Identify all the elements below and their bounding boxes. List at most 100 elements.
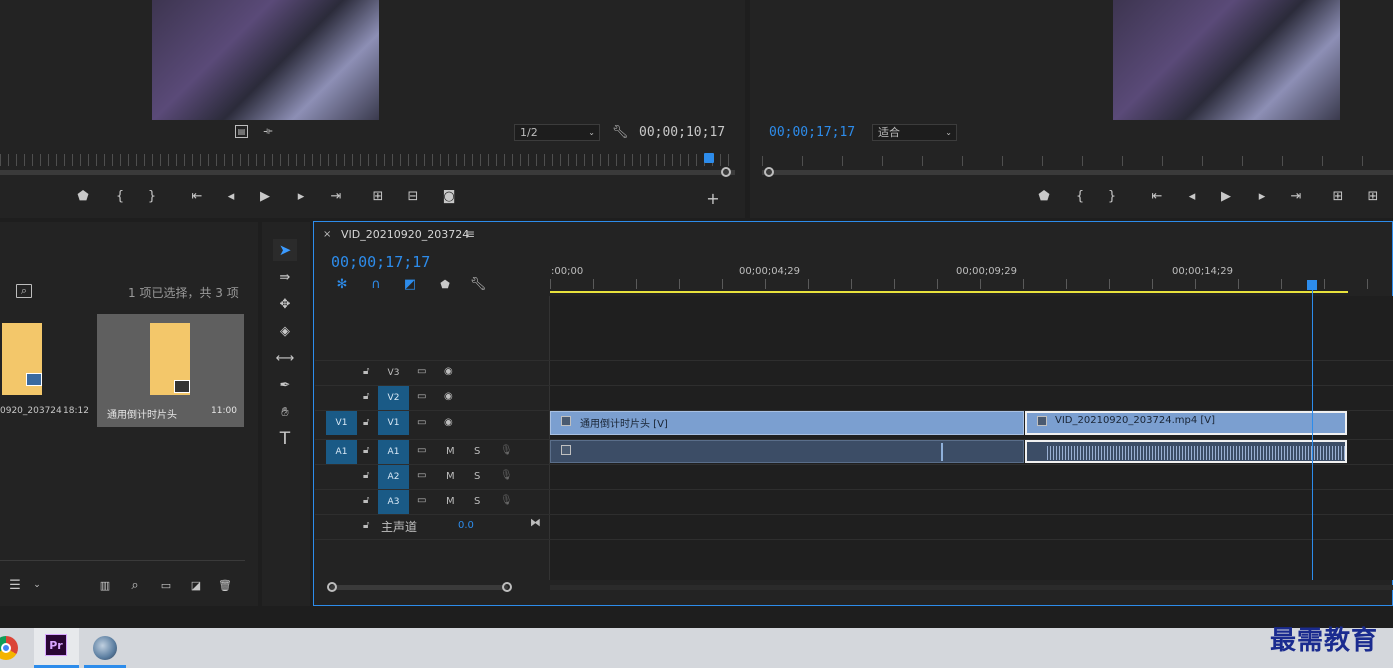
lift-button[interactable]: ⊞ [1328, 188, 1348, 204]
microphone-icon[interactable]: 🎙︎ [500, 495, 513, 506]
add-marker-icon[interactable]: ⬟ [437, 276, 453, 292]
eye-icon[interactable]: ◉ [444, 391, 453, 402]
track-target-v2[interactable]: V2 [378, 386, 409, 410]
sync-lock-icon[interactable]: ▭ [417, 417, 426, 428]
clip-vid-audio[interactable] [1025, 440, 1347, 463]
solo-button[interactable]: S [474, 496, 480, 507]
eye-icon[interactable]: ◉ [444, 366, 453, 377]
go-to-in-button[interactable]: ⇤ [188, 188, 206, 204]
clip-countdown-video[interactable]: 通用倒计时片头 [V] [550, 411, 1024, 435]
lock-icon[interactable]: 🔓︎ [363, 470, 369, 481]
timeline-h-scrollbar[interactable] [550, 585, 1393, 590]
add-marker-button[interactable]: ⬟ [1037, 188, 1051, 204]
eye-icon[interactable]: ◉ [444, 417, 453, 428]
lock-icon[interactable]: 🔓︎ [363, 391, 369, 402]
mute-button[interactable]: M [446, 471, 455, 482]
add-marker-button[interactable]: ⬟ [76, 188, 90, 204]
lock-icon[interactable]: 🔓︎ [363, 417, 369, 428]
timeline-settings-wrench-icon[interactable]: 🔧︎ [470, 276, 487, 292]
track-select-tool-icon[interactable]: ⇛ [273, 266, 297, 288]
timeline-tab-name[interactable]: VID_20210920_203724 [341, 228, 469, 241]
mark-in-button[interactable]: { [1073, 188, 1087, 204]
step-forward-button[interactable]: ▸ [294, 188, 308, 204]
program-scrollbar[interactable] [762, 170, 1393, 175]
timeline-playhead-line[interactable] [1312, 288, 1313, 580]
program-time-ruler[interactable] [762, 156, 1393, 166]
program-scroll-handle[interactable] [764, 167, 774, 177]
timeline-scroll-handle-right[interactable] [502, 582, 512, 592]
automate-icon[interactable]: ▥ [97, 578, 113, 592]
step-forward-button[interactable]: ▸ [1255, 188, 1269, 204]
microphone-icon[interactable]: 🎙︎ [500, 445, 513, 456]
track-target-v3[interactable]: V3 [378, 361, 409, 385]
project-item-selected[interactable]: 通用倒计时片头 11:00 [97, 314, 244, 427]
mute-button[interactable]: M [446, 496, 455, 507]
source-time-ruler[interactable] [0, 154, 735, 166]
sync-lock-icon[interactable]: ▭ [417, 445, 426, 456]
clip-vid-video[interactable]: VID_20210920_203724.mp4 [V] [1025, 411, 1347, 435]
project-item[interactable]: 0920_203724 18:12 [0, 314, 96, 427]
source-scroll-handle[interactable] [721, 167, 731, 177]
solo-button[interactable]: S [474, 471, 480, 482]
master-volume-value[interactable]: 0.0 [458, 520, 474, 531]
premiere-taskbar-button[interactable]: Pr [34, 628, 79, 668]
folder-search-icon[interactable]: ⌕ [16, 284, 32, 298]
razor-tool-icon[interactable]: ◈ [273, 320, 297, 342]
sync-lock-icon[interactable]: ▭ [417, 366, 426, 377]
timeline-scroll-handle-left[interactable] [327, 582, 337, 592]
microphone-icon[interactable]: 🎙︎ [500, 470, 513, 481]
source-zoom-select[interactable]: 1/2 ⌄ [514, 124, 600, 141]
trash-icon[interactable]: 🗑︎ [218, 578, 232, 592]
program-zoom-select[interactable]: 适合 ⌄ [872, 124, 957, 141]
nest-icon[interactable]: ✻ [334, 276, 350, 292]
mark-out-button[interactable]: } [145, 188, 159, 204]
pen-tool-icon[interactable]: ✒ [273, 374, 297, 396]
sync-lock-icon[interactable]: ▭ [417, 495, 426, 506]
source-scrollbar[interactable] [0, 170, 735, 175]
slip-tool-icon[interactable]: ⟷ [273, 347, 297, 369]
lock-icon[interactable]: 🔓︎ [363, 445, 369, 456]
timeline-ruler-ticks[interactable] [550, 279, 1393, 289]
work-area-bar[interactable] [550, 291, 1348, 293]
source-patch-v1[interactable]: V1 [326, 411, 357, 435]
photos-taskbar-button[interactable] [84, 628, 126, 668]
track-target-a1[interactable]: A1 [378, 440, 409, 464]
mark-out-button[interactable]: } [1105, 188, 1119, 204]
wrench-icon[interactable]: 🔧︎ [612, 124, 629, 140]
track-target-v1[interactable]: V1 [378, 411, 409, 435]
source-patch-a1[interactable]: A1 [326, 440, 357, 464]
sync-lock-icon[interactable]: ▭ [417, 470, 426, 481]
type-tool-icon[interactable]: T [273, 428, 297, 450]
camera-icon[interactable]: ◙ [441, 188, 457, 204]
sync-lock-icon[interactable]: ▭ [417, 391, 426, 402]
source-timecode[interactable]: 00;00;10;17 [639, 125, 725, 140]
clip-countdown-audio[interactable] [550, 440, 1024, 463]
step-back-button[interactable]: ◂ [1185, 188, 1199, 204]
go-to-in-button[interactable]: ⇤ [1148, 188, 1166, 204]
close-tab-icon[interactable]: × [323, 229, 331, 240]
go-to-out-button[interactable]: ⇥ [1287, 188, 1305, 204]
mute-button[interactable]: M [446, 446, 455, 457]
play-button[interactable]: ▶ [1219, 188, 1233, 204]
play-button[interactable]: ▶ [258, 188, 272, 204]
lock-icon[interactable]: 🔓︎ [363, 366, 369, 377]
source-playhead[interactable] [704, 153, 714, 163]
snap-magnet-icon[interactable]: ∩ [368, 276, 384, 292]
tab-menu-icon[interactable]: ≡ [465, 227, 475, 241]
drag-video-icon[interactable]: ▤ [235, 125, 248, 138]
step-back-button[interactable]: ◂ [224, 188, 238, 204]
plus-icon[interactable]: + [705, 189, 721, 208]
hand-tool-icon[interactable]: ✋︎ [273, 401, 297, 423]
go-to-edit-icon[interactable]: ⧓ [530, 516, 541, 529]
selection-tool-icon[interactable]: ➤ [273, 239, 297, 261]
insert-button[interactable]: ⊞ [368, 188, 388, 204]
linked-selection-icon[interactable]: ◩ [402, 276, 418, 292]
ripple-edit-tool-icon[interactable]: ✥ [273, 293, 297, 315]
overwrite-button[interactable]: ⊟ [403, 188, 423, 204]
timeline-timecode[interactable]: 00;00;17;17 [331, 253, 430, 271]
mark-in-button[interactable]: { [113, 188, 127, 204]
new-bin-icon[interactable]: ▭ [158, 578, 174, 592]
new-item-icon[interactable]: ◪ [189, 578, 203, 592]
search-icon[interactable]: ⌕ [128, 578, 142, 593]
extract-button[interactable]: ⊞ [1363, 188, 1383, 204]
